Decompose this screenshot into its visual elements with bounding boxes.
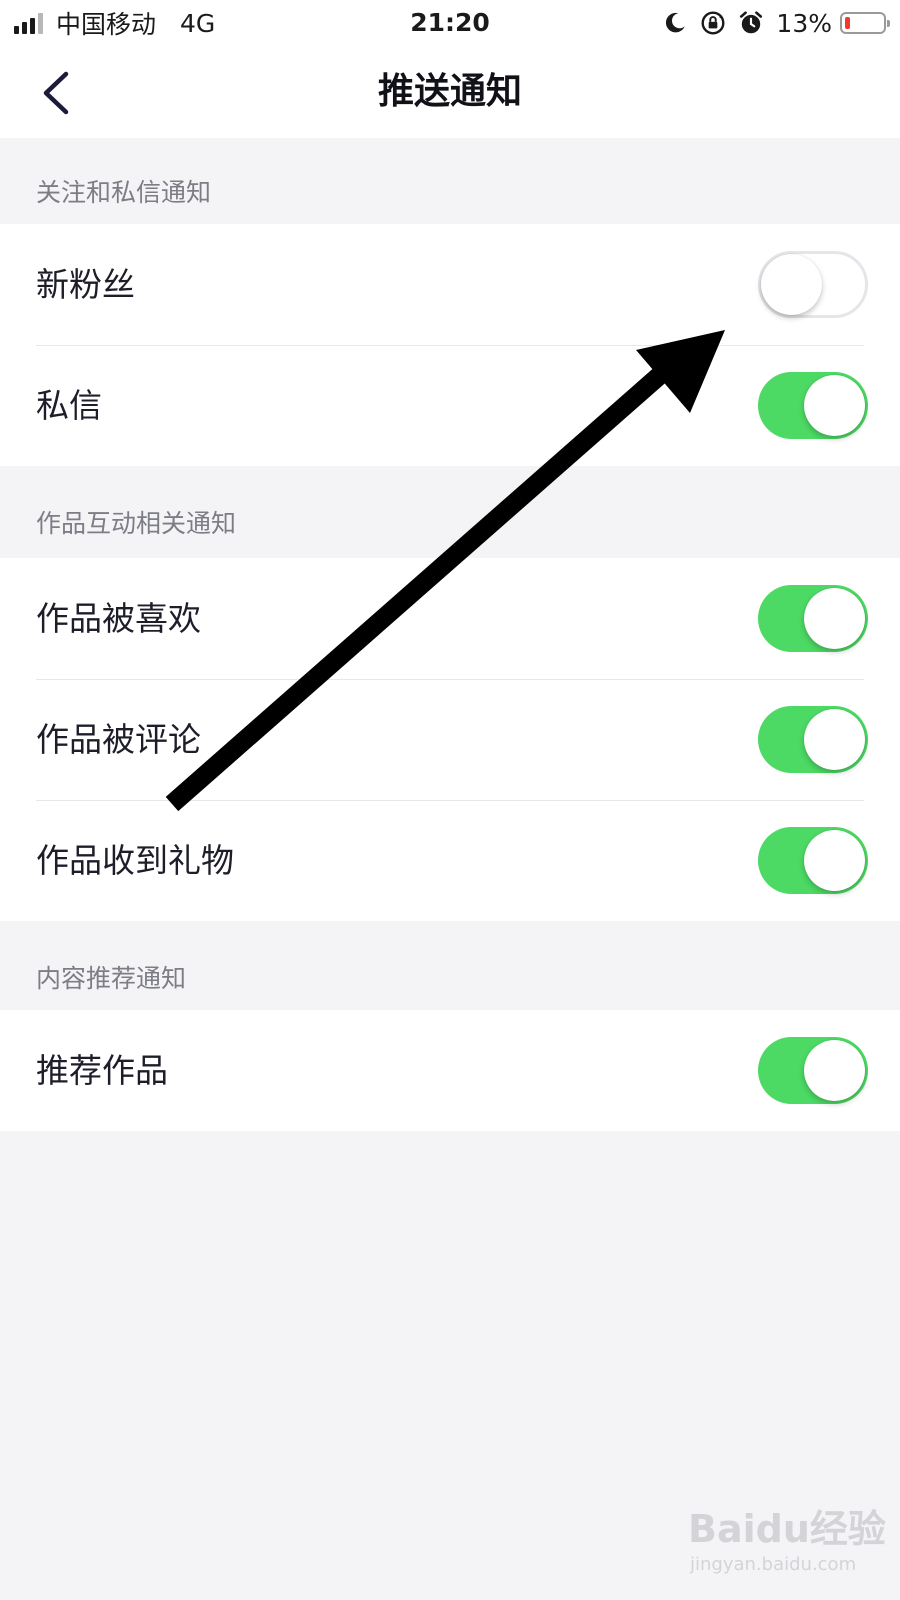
battery-icon <box>840 12 890 34</box>
status-bar: 中国移动 4G 21:20 13% <box>0 0 900 46</box>
section-header-label: 内容推荐通知 <box>36 964 187 993</box>
rotation-lock-icon <box>701 11 725 35</box>
toggle-work-commented[interactable] <box>758 706 868 773</box>
setting-row-new-fans: 新粉丝 <box>0 224 900 345</box>
setting-row-private-messages: 私信 <box>0 345 900 466</box>
section-header-content-recommendations: 内容推荐通知 <box>0 921 900 1010</box>
setting-label: 推荐作品 <box>36 1051 168 1090</box>
toggle-work-gifts[interactable] <box>758 827 868 894</box>
setting-label: 作品被评论 <box>36 720 201 759</box>
toggle-recommended-works[interactable] <box>758 1037 868 1104</box>
status-right: 13% <box>650 6 890 40</box>
setting-label: 私信 <box>36 386 102 425</box>
watermark-logo: Baidu经验 <box>688 1507 886 1551</box>
baidu-watermark: Baidu经验 jingyan.baidu.com <box>688 1468 888 1588</box>
alarm-icon <box>740 11 763 34</box>
page-title: 推送通知 <box>377 71 522 112</box>
section-header-label: 作品互动相关通知 <box>36 509 237 538</box>
toggle-private-messages[interactable] <box>758 372 868 439</box>
setting-label: 作品被喜欢 <box>36 599 201 638</box>
section-header-work-interactions: 作品互动相关通知 <box>0 466 900 558</box>
nav-bar: 推送通知 <box>0 46 900 138</box>
setting-row-work-commented: 作品被评论 <box>0 679 900 800</box>
moon-icon <box>666 12 686 33</box>
section-header-label: 关注和私信通知 <box>36 178 212 207</box>
setting-label: 作品收到礼物 <box>36 841 234 880</box>
toggle-work-liked[interactable] <box>758 585 868 652</box>
battery-fill <box>845 17 850 29</box>
toggle-new-fans[interactable] <box>758 251 868 318</box>
setting-label: 新粉丝 <box>36 265 135 304</box>
settings-card-work-interactions: 作品被喜欢 作品被评论 作品收到礼物 <box>0 558 900 921</box>
watermark-site: jingyan.baidu.com <box>690 1554 857 1575</box>
battery-percent: 13% <box>776 8 832 38</box>
settings-card-follow-messages: 新粉丝 私信 <box>0 224 900 466</box>
setting-row-work-liked: 作品被喜欢 <box>0 558 900 679</box>
settings-card-content-recommendations: 推荐作品 <box>0 1010 900 1131</box>
setting-row-recommended-works: 推荐作品 <box>0 1010 900 1131</box>
setting-row-work-gifts: 作品收到礼物 <box>0 800 900 921</box>
section-header-follow-messages: 关注和私信通知 <box>0 138 900 224</box>
